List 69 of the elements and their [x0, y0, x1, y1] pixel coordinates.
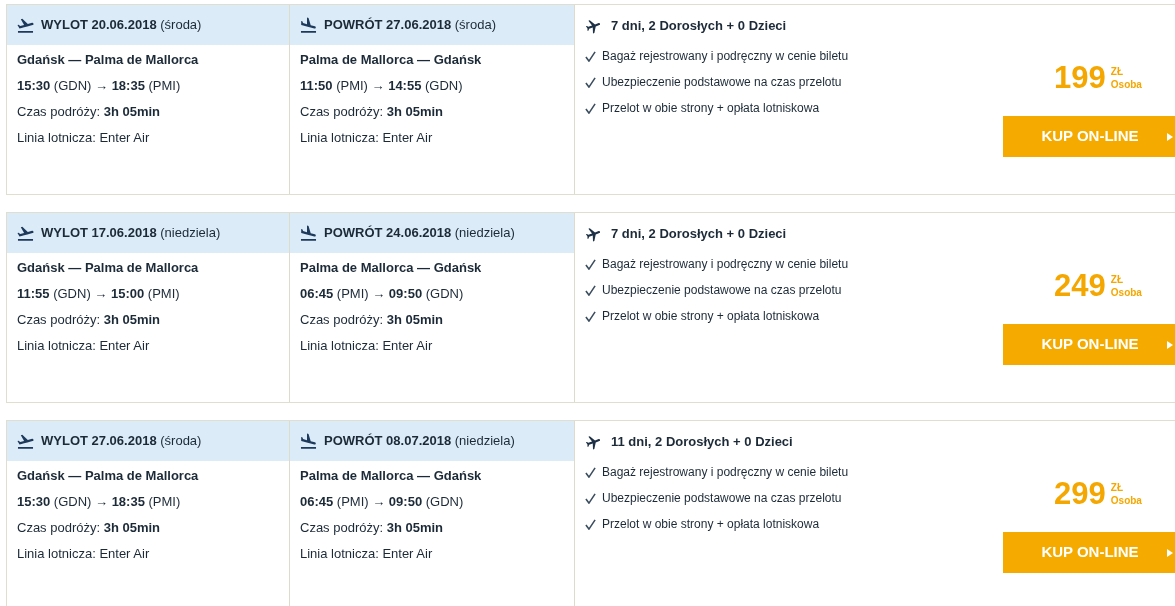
check-icon [585, 284, 596, 296]
route-text: Gdańsk — Palma de Mallorca [17, 467, 199, 485]
feature-text: Przelot w obie strony + opłata lotniskowa [602, 516, 820, 533]
per-person-label: Osoba [1110, 494, 1142, 507]
feature-text: Bagaż rejestrowany i podręczny w cenie biletu [602, 256, 849, 273]
route-text: Gdańsk — Palma de Mallorca [17, 51, 199, 69]
route-text: Gdańsk — Palma de Mallorca [17, 259, 199, 277]
feature-text: Przelot w obie strony + opłata lotniskowa [602, 308, 820, 325]
trip-summary: 7 dni, 2 Dorosłych + 0 Dzieci [611, 225, 787, 244]
flight-date: POWRÓT 27.06.2018 (środa) [324, 16, 496, 35]
flight-date: POWRÓT 08.07.2018 (niedziela) [324, 432, 515, 451]
check-icon [585, 310, 596, 322]
plane-landing-icon [299, 15, 318, 35]
flight-times: 06:45 (PMI) → 09:50 (GDN) [300, 493, 464, 511]
route-text: Palma de Mallorca — Gdańsk [300, 259, 482, 277]
flight-times: 15:30 (GDN) → 18:35 (PMI) [17, 77, 181, 95]
airline-text: Linia lotnicza: Enter Air [300, 545, 433, 563]
buy-online-button[interactable]: KUP ON-LINE [1003, 324, 1175, 365]
plane-landing-icon [299, 223, 318, 243]
travel-time: Czas podróży: 3h 05min [300, 103, 444, 121]
buy-online-button[interactable]: KUP ON-LINE [1003, 116, 1175, 157]
feature-text: Bagaż rejestrowany i podręczny w cenie biletu [602, 464, 849, 481]
plane-landing-icon [299, 431, 318, 451]
feature-text: Bagaż rejestrowany i podręczny w cenie biletu [602, 48, 849, 65]
airline-text: Linia lotnicza: Enter Air [17, 129, 150, 147]
airline-text: Linia lotnicza: Enter Air [17, 337, 150, 355]
flight-date: POWRÓT 24.06.2018 (niedziela) [324, 224, 515, 243]
feature-text: Ubezpieczenie podstawowe na czas przelotu [602, 490, 842, 507]
flight-times: 11:55 (GDN) → 15:00 (PMI) [17, 285, 180, 303]
airline-text: Linia lotnicza: Enter Air [300, 337, 433, 355]
buy-online-button[interactable]: KUP ON-LINE [1003, 532, 1175, 573]
check-icon [585, 102, 596, 114]
flight-date: WYLOT 27.06.2018 (środa) [41, 432, 202, 451]
travel-time: Czas podróży: 3h 05min [17, 103, 161, 121]
feature-text: Ubezpieczenie podstawowe na czas przelotu [602, 74, 842, 91]
check-icon [585, 466, 596, 478]
check-icon [585, 518, 596, 530]
check-icon [585, 76, 596, 88]
airline-text: Linia lotnicza: Enter Air [17, 545, 150, 563]
check-icon [585, 258, 596, 270]
airline-text: Linia lotnicza: Enter Air [300, 129, 433, 147]
feature-text: Ubezpieczenie podstawowe na czas przelotu [602, 282, 842, 299]
currency-label: ZŁ [1110, 273, 1124, 286]
flight-date: WYLOT 17.06.2018 (niedziela) [41, 224, 221, 243]
check-icon [585, 50, 596, 62]
price-amount: 299 [1054, 476, 1106, 512]
currency-label: ZŁ [1110, 65, 1124, 78]
flight-date: WYLOT 20.06.2018 (środa) [41, 16, 202, 35]
per-person-label: Osoba [1110, 286, 1142, 299]
caret-right-icon [1167, 548, 1173, 557]
flight-times: 15:30 (GDN) → 18:35 (PMI) [17, 493, 181, 511]
travel-time: Czas podróży: 3h 05min [17, 519, 161, 537]
caret-right-icon [1167, 340, 1173, 349]
price-amount: 199 [1054, 60, 1106, 96]
travel-time: Czas podróży: 3h 05min [17, 311, 161, 329]
trip-summary: 11 dni, 2 Dorosłych + 0 Dzieci [611, 433, 793, 452]
caret-right-icon [1167, 132, 1173, 141]
trip-summary: 7 dni, 2 Dorosłych + 0 Dzieci [611, 17, 787, 36]
feature-text: Przelot w obie strony + opłata lotniskowa [602, 100, 820, 117]
currency-label: ZŁ [1110, 481, 1124, 494]
check-icon [585, 492, 596, 504]
per-person-label: Osoba [1110, 78, 1142, 91]
route-text: Palma de Mallorca — Gdańsk [300, 467, 482, 485]
flight-times: 06:45 (PMI) → 09:50 (GDN) [300, 285, 464, 303]
flight-times: 11:50 (PMI) → 14:55 (GDN) [300, 77, 463, 95]
price-amount: 249 [1054, 268, 1106, 304]
route-text: Palma de Mallorca — Gdańsk [300, 51, 482, 69]
travel-time: Czas podróży: 3h 05min [300, 519, 444, 537]
travel-time: Czas podróży: 3h 05min [300, 311, 444, 329]
